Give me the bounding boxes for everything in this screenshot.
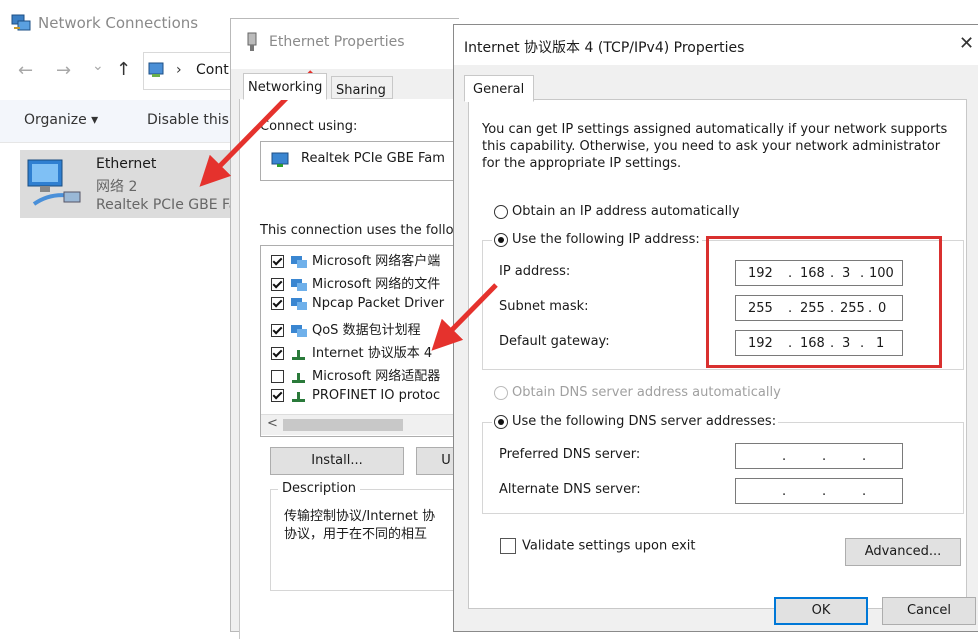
preferred-dns-label: Preferred DNS server: — [499, 447, 641, 462]
install-button[interactable]: Install... — [270, 447, 404, 475]
obtain-ip-auto-radio[interactable]: Obtain an IP address automatically — [494, 204, 740, 219]
networking-panel: Connect using: Realtek PCIe GBE Fam This… — [239, 99, 476, 639]
checkbox[interactable] — [271, 278, 284, 291]
connection-name: Ethernet — [96, 156, 157, 172]
ip-address-label: IP address: — [499, 264, 571, 279]
network-connections-icon — [11, 14, 31, 31]
list-item[interactable]: Microsoft 网络适配器 — [271, 365, 440, 388]
use-following-ip-radio[interactable]: Use the following IP address: — [492, 232, 702, 247]
info-text-line2: this capability. Otherwise, you need to … — [482, 139, 941, 154]
network-connections-window: Network Connections ← → ⌄ ↑ › Cont Organ… — [0, 0, 255, 630]
adapter-box: Realtek PCIe GBE Fam — [260, 141, 472, 181]
connection-items-label: This connection uses the follo — [260, 223, 454, 238]
checkbox[interactable] — [271, 389, 284, 402]
radio-icon[interactable] — [494, 204, 508, 219]
checkbox[interactable] — [271, 297, 284, 310]
protocol-icon — [292, 349, 305, 360]
tab-general[interactable]: General — [464, 75, 534, 102]
list-item[interactable]: Npcap Packet Driver — [271, 296, 444, 319]
cancel-button[interactable]: Cancel — [882, 597, 976, 625]
connection-items-list: Microsoft 网络客户端 Microsoft 网络的文件 Npcap Pa… — [260, 245, 472, 437]
back-arrow-icon[interactable]: ← — [18, 60, 33, 81]
adapter-name: Realtek PCIe GBE Fam — [301, 151, 445, 166]
control-panel-icon — [148, 62, 164, 77]
command-bar: Organize ▾ Disable this — [0, 100, 240, 143]
disable-device-button[interactable]: Disable this — [147, 112, 229, 128]
protocol-icon — [292, 391, 305, 402]
checkbox[interactable] — [271, 255, 284, 268]
alternate-dns-label: Alternate DNS server: — [499, 482, 641, 497]
checkbox[interactable] — [271, 370, 284, 383]
advanced-button[interactable]: Advanced... — [845, 538, 961, 566]
network-adapter-icon — [27, 159, 81, 206]
address-text: Cont — [196, 62, 229, 78]
radio-disabled-icon[interactable] — [494, 385, 508, 400]
ethernet-properties-icon — [247, 32, 257, 51]
list-item[interactable]: PROFINET IO protoc — [271, 388, 440, 411]
highlight-box — [706, 236, 942, 368]
adapter-icon — [271, 152, 289, 167]
radio-selected-icon[interactable] — [494, 414, 508, 429]
tab-networking[interactable]: Networking — [243, 73, 327, 100]
checkbox[interactable] — [271, 324, 284, 337]
ipv4-title: Internet 协议版本 4 (TCP/IPv4) Properties — [464, 40, 745, 56]
ethernet-properties-dialog: Ethernet Properties Networking Sharing C… — [230, 18, 476, 639]
checkbox[interactable] — [271, 347, 284, 360]
scroll-left-icon[interactable]: < — [267, 416, 278, 431]
preferred-dns-input[interactable]: ... — [735, 443, 903, 469]
file-sharing-icon — [291, 278, 307, 291]
validate-checkbox[interactable]: Validate settings upon exit — [500, 538, 695, 554]
radio-selected-icon[interactable] — [494, 232, 508, 247]
default-gateway-label: Default gateway: — [499, 334, 610, 349]
organize-button[interactable]: Organize ▾ — [24, 112, 98, 128]
obtain-dns-auto-radio[interactable]: Obtain DNS server address automatically — [494, 385, 781, 400]
qos-icon — [291, 324, 307, 337]
list-item[interactable]: Microsoft 网络的文件 — [271, 273, 440, 296]
scrollbar-thumb[interactable] — [283, 419, 403, 431]
list-item[interactable]: QoS 数据包计划程 — [271, 319, 421, 342]
up-arrow-icon[interactable]: ↑ — [116, 59, 131, 80]
use-following-dns-radio[interactable]: Use the following DNS server addresses: — [492, 414, 779, 429]
protocol-icon — [292, 372, 305, 383]
connect-using-label: Connect using: — [260, 119, 358, 134]
connection-network: 网络 2 — [96, 179, 138, 195]
ethernet-properties-title: Ethernet Properties — [269, 34, 405, 50]
window-title: Network Connections — [38, 14, 199, 32]
packet-driver-icon — [291, 297, 307, 310]
description-text-line1: 传输控制协议/Internet 协 — [284, 509, 436, 524]
info-text-line3: for the appropriate IP settings. — [482, 156, 682, 171]
tab-sharing[interactable]: Sharing — [331, 76, 393, 99]
list-item[interactable]: Microsoft 网络客户端 — [271, 250, 440, 273]
close-icon[interactable]: ✕ — [959, 33, 974, 54]
horizontal-scrollbar[interactable]: < — [261, 414, 471, 435]
alternate-dns-input[interactable]: ... — [735, 478, 903, 504]
network-client-icon — [291, 255, 307, 268]
list-item[interactable]: Internet 协议版本 4 — [271, 342, 432, 365]
info-text-line1: You can get IP settings assigned automat… — [482, 122, 948, 137]
description-label: Description — [278, 481, 361, 496]
subnet-mask-label: Subnet mask: — [499, 299, 589, 314]
forward-arrow-icon[interactable]: → — [56, 60, 71, 81]
description-text-line2: 协议，用于在不同的相互 — [284, 527, 428, 542]
ethernet-connection-item[interactable]: Ethernet 网络 2 Realtek PCIe GBE Fa — [20, 150, 238, 218]
connection-adapter: Realtek PCIe GBE Fa — [96, 197, 238, 213]
address-chevron-icon: › — [176, 62, 182, 78]
checkbox[interactable] — [500, 538, 516, 554]
recent-locations-chevron-icon[interactable]: ⌄ — [92, 58, 104, 74]
ok-button[interactable]: OK — [774, 597, 868, 625]
